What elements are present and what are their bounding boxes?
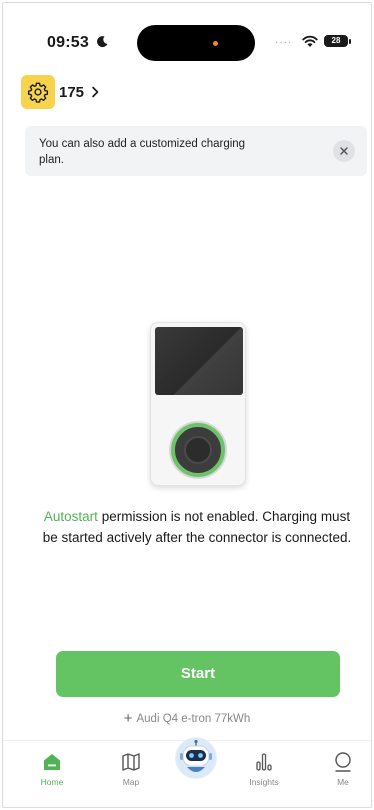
- robot-assistant-icon: [176, 738, 216, 778]
- autostart-link[interactable]: Autostart: [44, 509, 98, 524]
- banner-close-button[interactable]: [333, 140, 355, 162]
- moon-icon: [97, 36, 108, 48]
- plus-icon: +: [123, 710, 133, 727]
- charger-socket-icon: [171, 423, 225, 477]
- start-button[interactable]: Start: [56, 651, 340, 697]
- me-icon: [335, 752, 351, 772]
- camera-indicator-icon: [213, 41, 218, 46]
- battery-level: 28: [331, 36, 341, 45]
- tab-home-label: Home: [40, 777, 64, 787]
- map-icon: [122, 753, 140, 771]
- charger-screen: [155, 327, 243, 395]
- home-icon: [44, 754, 60, 770]
- tab-home[interactable]: Home: [22, 751, 82, 787]
- tab-me[interactable]: Me: [313, 751, 371, 787]
- cellular-signal-icon: ····: [275, 37, 293, 48]
- app-screen: 09:53 ···· 28 175 You can also add a cus…: [2, 2, 372, 808]
- charger-illustration: [150, 322, 246, 486]
- battery-icon: 28: [324, 35, 348, 47]
- settings-button[interactable]: [21, 75, 55, 109]
- wifi-icon: [302, 35, 318, 47]
- banner-text: You can also add a customized charging p…: [39, 138, 246, 166]
- battery-tip: [349, 39, 351, 44]
- tab-me-label: Me: [337, 777, 349, 787]
- tab-insights[interactable]: Insights: [234, 751, 294, 787]
- chevron-right-icon[interactable]: [90, 86, 100, 98]
- socket-inner: [184, 436, 212, 464]
- autostart-message: Autostart permission is not enabled. Cha…: [37, 506, 357, 548]
- station-number[interactable]: 175: [59, 84, 84, 101]
- close-icon: [340, 147, 348, 155]
- station-header[interactable]: 175: [21, 75, 100, 109]
- gear-icon: [27, 82, 49, 103]
- charging-plan-banner: You can also add a customized charging p…: [25, 126, 367, 176]
- insights-icon: [256, 753, 272, 771]
- tab-map-label: Map: [122, 777, 140, 787]
- vehicle-label: Audi Q4 e-tron 77kWh: [136, 713, 251, 725]
- status-time: 09:53: [47, 34, 89, 51]
- tab-map[interactable]: Map: [101, 751, 161, 787]
- robot-assistant-button[interactable]: [175, 737, 217, 779]
- tab-insights-label: Insights: [249, 777, 279, 787]
- dynamic-island: [137, 25, 255, 61]
- vehicle-selector[interactable]: + Audi Q4 e-tron 77kWh: [3, 710, 371, 727]
- status-bar: 09:53 ···· 28: [3, 3, 371, 63]
